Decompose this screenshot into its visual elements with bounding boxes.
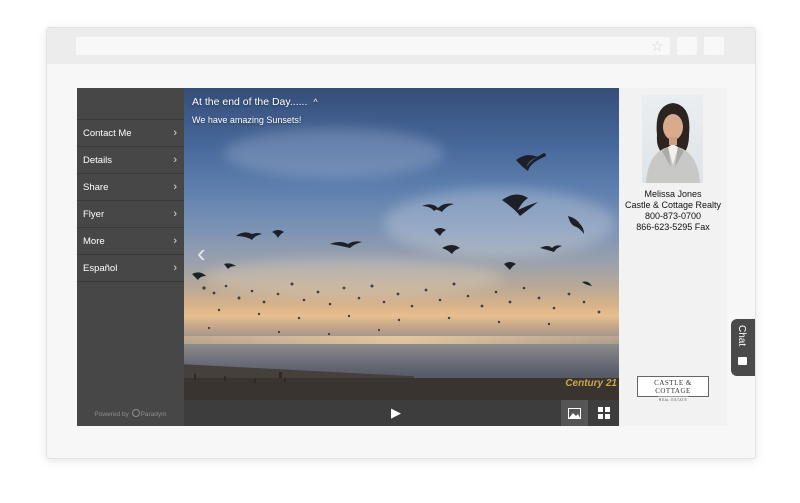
agent-portrait: [646, 103, 700, 183]
photo-view-button[interactable]: [561, 400, 588, 426]
menu-item-label: Flyer: [83, 208, 105, 220]
virtual-tour: Contact Me › Details › Share › Flyer › M…: [77, 88, 755, 426]
sidebar-header: [77, 88, 184, 120]
agent-name: Melissa Jones: [644, 189, 702, 199]
chevron-left-icon[interactable]: ‹: [197, 240, 206, 266]
slideshow-photo[interactable]: At the end of the Day...... ^ We have ama…: [184, 88, 619, 400]
chat-label: Chat: [736, 325, 747, 347]
menu-item-espanol[interactable]: Español ›: [77, 255, 184, 282]
tour-sidebar: Contact Me › Details › Share › Flyer › M…: [77, 88, 184, 426]
menu-item-details[interactable]: Details ›: [77, 147, 184, 174]
slide-caption: We have amazing Sunsets!: [192, 115, 302, 125]
menu-item-flyer[interactable]: Flyer ›: [77, 201, 184, 228]
browser-button[interactable]: [704, 37, 724, 55]
brokerage-logo-tagline: REAL ESTATE: [658, 396, 688, 402]
browser-button[interactable]: [677, 37, 697, 55]
menu-item-label: Contact Me: [83, 127, 132, 139]
chevron-right-icon: ›: [173, 208, 177, 220]
bookmark-star-icon[interactable]: ☆: [651, 38, 667, 54]
chevron-right-icon: ›: [173, 181, 177, 193]
paradym-logo-icon: [131, 409, 140, 417]
grid-icon: [597, 407, 610, 419]
menu-item-more[interactable]: More ›: [77, 228, 184, 255]
menu-item-share[interactable]: Share ›: [77, 174, 184, 201]
agent-fax: 866-623-5295 Fax: [636, 222, 710, 232]
slide-title[interactable]: At the end of the Day...... ^: [192, 96, 318, 108]
seagulls-graphic: [192, 153, 601, 383]
menu-item-label: Español: [83, 262, 118, 274]
agent-photo: [642, 95, 703, 183]
play-icon[interactable]: ▶: [391, 406, 405, 420]
powered-by-text: Powered by: [94, 411, 129, 418]
chevron-right-icon: ›: [173, 262, 177, 274]
agent-panel: Melissa Jones Castle & Cottage Realty 80…: [619, 88, 727, 426]
browser-toolbar: ☆: [47, 28, 755, 64]
agent-phone[interactable]: 800-873-0700: [619, 211, 727, 222]
century21-watermark: Century 21: [565, 378, 617, 389]
browser-window: ☆ Contact Me › Details › Share › Flyer ›: [46, 27, 756, 459]
powered-by[interactable]: Powered by Paradym: [77, 409, 184, 418]
brokerage-logo-name: CASTLE & COTTAGE: [654, 379, 692, 395]
chevron-right-icon: ›: [173, 154, 177, 166]
chat-bubble-icon: [738, 357, 747, 365]
brokerage-logo: CASTLE & COTTAGE REAL ESTATE: [637, 376, 709, 402]
menu-item-label: Share: [83, 181, 109, 193]
chevron-right-icon: ›: [173, 235, 177, 247]
address-bar[interactable]: [76, 37, 670, 55]
slideshow-controls: ▶: [184, 400, 619, 426]
menu-item-contact-me[interactable]: Contact Me ›: [77, 120, 184, 147]
chat-tab[interactable]: Chat: [731, 319, 755, 376]
grid-view-button[interactable]: [590, 400, 617, 426]
menu-item-label: More: [83, 235, 105, 247]
image-icon: [568, 407, 581, 419]
menu-item-label: Details: [83, 154, 113, 166]
chevron-right-icon: ›: [173, 127, 177, 139]
slide-title-text: At the end of the Day......: [192, 96, 308, 108]
powered-by-brand: Paradym: [140, 411, 167, 418]
agent-info: Melissa Jones Castle & Cottage Realty 80…: [619, 189, 727, 233]
chevron-up-icon: ^: [313, 97, 318, 107]
agent-company: Castle & Cottage Realty: [624, 200, 722, 210]
